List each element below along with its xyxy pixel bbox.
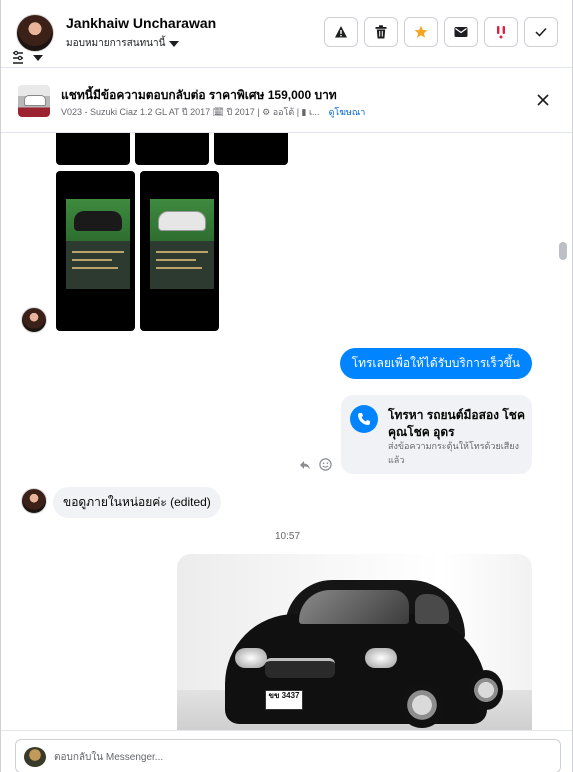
spam-exclamation-icon — [497, 26, 505, 39]
scrollbar-thumb[interactable] — [559, 242, 567, 260]
call-card-subtitle: ส่งข้อความกระตุ้นให้โทรด้วยเสียงแล้ว — [388, 441, 519, 465]
reply-icon[interactable] — [299, 460, 311, 470]
assign-label: มอบหมายการสนทนานี้ — [66, 38, 166, 49]
filter-settings-icon[interactable] — [11, 50, 45, 64]
listing-title: แชทนี้มีข้อความตอบกลับต่อ ราคาพิเศษ 159,… — [61, 88, 337, 102]
car-poster-image — [66, 199, 130, 289]
listing-thumbnail[interactable] — [18, 85, 50, 117]
trash-icon — [375, 25, 387, 39]
image-attachment[interactable] — [214, 133, 288, 165]
conversation-actions — [324, 17, 558, 47]
contact-avatar[interactable] — [21, 488, 47, 514]
phone-icon — [350, 405, 378, 433]
mark-unread-button[interactable] — [444, 17, 478, 47]
contact-avatar[interactable] — [16, 14, 54, 52]
listing-details: V023 - Suzuki Ciaz 1.2 GL AT ปี 2017 🗓 ป… — [61, 105, 365, 119]
emoji-reaction-icon[interactable] — [319, 458, 332, 471]
close-icon[interactable] — [536, 93, 550, 107]
conversation-header: Jankhaiw Uncharawan มอบหมายการสนทนานี้ — [1, 0, 572, 68]
assign-conversation-dropdown[interactable]: มอบหมายการสนทนานี้ — [66, 36, 180, 51]
spam-button[interactable] — [484, 17, 518, 47]
conversation-panel: Jankhaiw Uncharawan มอบหมายการสนทนานี้ แ… — [0, 0, 573, 772]
star-icon — [414, 25, 428, 38]
message-composer — [1, 730, 572, 772]
outgoing-message[interactable]: โทรเลยเพื่อให้ได้รับบริการเร็วขึ้น — [339, 348, 532, 379]
report-button[interactable] — [324, 17, 358, 47]
composer-box[interactable] — [15, 739, 561, 772]
image-attachment[interactable] — [140, 171, 219, 331]
envelope-icon — [454, 27, 468, 37]
call-card-title: โทรหา รถยนต์มือสอง โชคคุณโชค อุดร — [388, 408, 525, 439]
listing-banner: แชทนี้มีข้อความตอบกลับต่อ ราคาพิเศษ 159,… — [1, 69, 572, 133]
image-attachment[interactable] — [135, 133, 209, 165]
message-thread[interactable]: โทรเลยเพื่อให้ได้รับบริการเร็วขึ้น โทรหา… — [1, 133, 572, 730]
message-timestamp: 10:57 — [274, 531, 301, 542]
license-plate: ขข 3437 — [265, 690, 303, 710]
view-ad-link[interactable]: ดูโฆษณา — [329, 105, 366, 119]
page-avatar — [24, 747, 46, 767]
image-attachment[interactable] — [56, 133, 130, 165]
chevron-down-icon — [169, 40, 180, 47]
image-attachment[interactable] — [56, 171, 135, 331]
warning-icon — [335, 26, 347, 38]
car-photo-attachment[interactable]: ขข 3437 — [177, 554, 532, 730]
incoming-message[interactable]: ขอดูภายในหน่อยค่ะ (edited) — [53, 487, 221, 518]
contact-name[interactable]: Jankhaiw Uncharawan — [66, 15, 216, 31]
mark-done-button[interactable] — [524, 17, 558, 47]
delete-button[interactable] — [364, 17, 398, 47]
contact-avatar[interactable] — [21, 307, 47, 333]
reply-input[interactable] — [54, 748, 534, 766]
call-prompt-card[interactable]: โทรหา รถยนต์มือสอง โชคคุณโชค อุดร ส่งข้อ… — [341, 395, 532, 474]
star-button[interactable] — [404, 17, 438, 47]
car-poster-image — [150, 199, 214, 289]
check-icon — [535, 27, 547, 37]
message-actions — [299, 458, 332, 471]
listing-subtitle: V023 - Suzuki Ciaz 1.2 GL AT ปี 2017 🗓 ป… — [61, 107, 320, 117]
